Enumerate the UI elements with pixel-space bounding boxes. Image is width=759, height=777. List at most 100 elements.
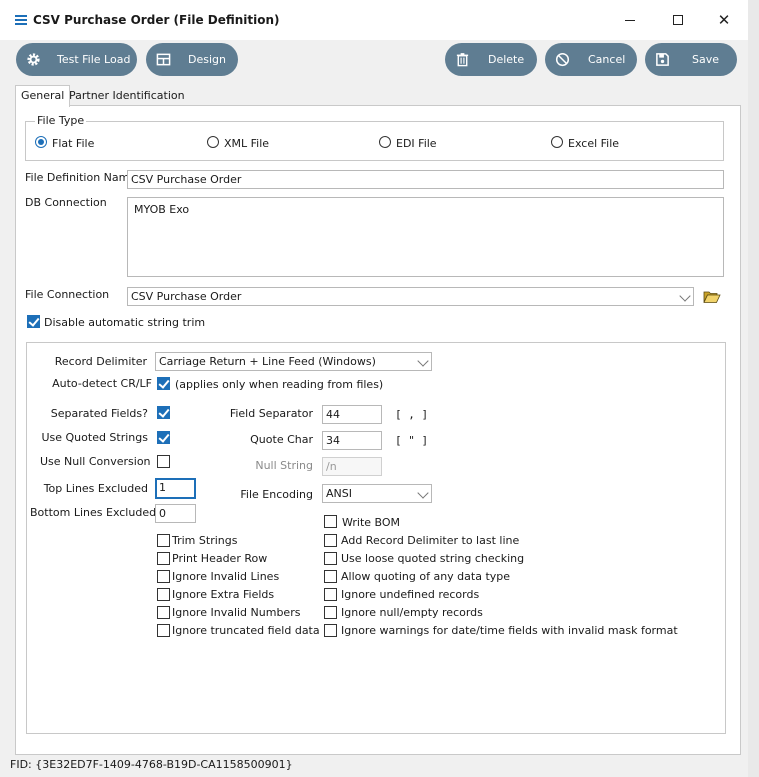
trash-icon bbox=[456, 53, 469, 67]
allow-quoting-any-type-checkbox[interactable] bbox=[324, 570, 337, 583]
record-delimiter-label: Record Delimiter bbox=[54, 355, 147, 368]
maximize-icon bbox=[673, 15, 683, 25]
ignore-truncated-field-data-label: Ignore truncated field data bbox=[172, 624, 320, 637]
field-separator-label: Field Separator bbox=[229, 407, 313, 420]
grid-icon bbox=[156, 53, 171, 66]
separated-fields-label: Separated Fields? bbox=[50, 407, 148, 420]
ignore-invalid-lines-label: Ignore Invalid Lines bbox=[172, 570, 280, 583]
ignore-extra-fields-checkbox[interactable] bbox=[157, 588, 170, 601]
separated-fields-checkbox[interactable] bbox=[157, 406, 170, 419]
trim-strings-label: Trim Strings bbox=[172, 534, 238, 547]
gear-icon bbox=[27, 53, 40, 66]
write-bom-label: Write BOM bbox=[342, 516, 401, 529]
chevron-down-icon bbox=[417, 355, 429, 367]
file-connection-label: File Connection bbox=[25, 288, 110, 301]
print-header-row-checkbox[interactable] bbox=[157, 552, 170, 565]
ignore-null-empty-records-checkbox[interactable] bbox=[324, 606, 337, 619]
write-bom-checkbox[interactable] bbox=[324, 515, 337, 528]
trim-strings-checkbox[interactable] bbox=[157, 534, 170, 547]
allow-quoting-any-type-label: Allow quoting of any data type bbox=[341, 570, 511, 583]
null-string-label: Null String bbox=[255, 459, 313, 472]
save-button[interactable]: Save bbox=[645, 43, 737, 76]
cancel-button[interactable]: Cancel bbox=[545, 43, 637, 76]
quote-char-input[interactable]: 34 bbox=[322, 431, 382, 450]
edi-file-radio[interactable] bbox=[379, 136, 391, 148]
top-lines-excluded-input[interactable]: 1 bbox=[155, 478, 196, 499]
db-connection-label: DB Connection bbox=[25, 196, 107, 209]
loose-quoted-string-label: Use loose quoted string checking bbox=[341, 552, 525, 565]
ignore-datetime-warnings-label: Ignore warnings for date/time fields wit… bbox=[341, 624, 678, 637]
ignore-null-empty-records-label: Ignore null/empty records bbox=[341, 606, 483, 619]
ignore-invalid-numbers-checkbox[interactable] bbox=[157, 606, 170, 619]
ignore-truncated-field-data-checkbox[interactable] bbox=[157, 624, 170, 637]
ignore-undefined-records-checkbox[interactable] bbox=[324, 588, 337, 601]
flat-file-label: Flat File bbox=[52, 137, 95, 150]
cancel-label: Cancel bbox=[588, 53, 626, 66]
file-connection-select[interactable]: CSV Purchase Order bbox=[127, 287, 694, 306]
ignore-extra-fields-label: Ignore Extra Fields bbox=[172, 588, 275, 601]
use-null-conversion-label: Use Null Conversion bbox=[40, 455, 151, 468]
file-definition-name-input[interactable]: CSV Purchase Order bbox=[127, 170, 724, 189]
quote-char-char: [ " ] bbox=[395, 434, 429, 447]
disable-trim-label: Disable automatic string trim bbox=[44, 316, 206, 329]
cancel-icon bbox=[555, 52, 570, 67]
file-type-legend: File Type bbox=[35, 114, 87, 127]
field-separator-input[interactable]: 44 bbox=[322, 405, 382, 424]
file-encoding-select[interactable]: ANSI bbox=[322, 484, 432, 503]
ignore-invalid-lines-checkbox[interactable] bbox=[157, 570, 170, 583]
record-delimiter-value: Carriage Return + Line Feed (Windows) bbox=[159, 355, 376, 368]
chevron-down-icon bbox=[417, 487, 429, 499]
test-file-load-button[interactable]: Test File Load bbox=[16, 43, 137, 76]
delete-button[interactable]: Delete bbox=[445, 43, 537, 76]
file-definition-window: CSV Purchase Order (File Definition) ✕ T… bbox=[0, 0, 749, 777]
tab-partner-identification[interactable]: Partner Identification bbox=[64, 86, 190, 105]
excel-file-label: Excel File bbox=[568, 137, 620, 150]
tab-general[interactable]: General bbox=[15, 85, 71, 107]
design-button[interactable]: Design bbox=[146, 43, 238, 76]
loose-quoted-string-checkbox[interactable] bbox=[324, 552, 337, 565]
edi-file-label: EDI File bbox=[396, 137, 437, 150]
add-record-delimiter-label: Add Record Delimiter to last line bbox=[341, 534, 520, 547]
maximize-button[interactable] bbox=[665, 8, 691, 32]
auto-detect-label: Auto-detect CR/LF bbox=[52, 377, 152, 390]
use-quoted-strings-checkbox[interactable] bbox=[157, 431, 170, 444]
menu-lines-icon bbox=[15, 15, 27, 25]
close-icon: ✕ bbox=[717, 11, 731, 29]
top-lines-excluded-label: Top Lines Excluded bbox=[43, 482, 148, 495]
file-definition-name-label: File Definition Name bbox=[25, 171, 137, 184]
use-quoted-strings-label: Use Quoted Strings bbox=[41, 431, 148, 444]
file-encoding-label: File Encoding bbox=[240, 488, 313, 501]
ignore-undefined-records-label: Ignore undefined records bbox=[341, 588, 480, 601]
close-button[interactable]: ✕ bbox=[711, 8, 737, 32]
flat-file-radio[interactable] bbox=[35, 136, 47, 148]
db-connection-item[interactable]: MYOB Exo bbox=[134, 203, 189, 216]
delete-label: Delete bbox=[488, 53, 525, 66]
auto-detect-checkbox[interactable] bbox=[157, 377, 170, 390]
bottom-lines-excluded-label: Bottom Lines Excluded bbox=[30, 506, 157, 519]
xml-file-label: XML File bbox=[224, 137, 270, 150]
xml-file-radio[interactable] bbox=[207, 136, 219, 148]
print-header-row-label: Print Header Row bbox=[172, 552, 268, 565]
vertical-scrollbar[interactable] bbox=[748, 0, 759, 777]
title-bar: CSV Purchase Order (File Definition) ✕ bbox=[0, 0, 748, 40]
use-null-conversion-checkbox[interactable] bbox=[157, 455, 170, 468]
chevron-down-icon bbox=[679, 290, 691, 302]
disable-trim-checkbox[interactable] bbox=[27, 315, 40, 328]
record-delimiter-select[interactable]: Carriage Return + Line Feed (Windows) bbox=[155, 352, 432, 371]
field-separator-char: [ , ] bbox=[395, 408, 429, 421]
bottom-lines-excluded-input[interactable]: 0 bbox=[155, 504, 196, 523]
null-string-input[interactable]: /n bbox=[322, 457, 382, 476]
excel-file-radio[interactable] bbox=[551, 136, 563, 148]
window-title: CSV Purchase Order (File Definition) bbox=[33, 13, 280, 27]
ignore-invalid-numbers-label: Ignore Invalid Numbers bbox=[172, 606, 301, 619]
open-folder-icon[interactable] bbox=[703, 289, 721, 304]
save-label: Save bbox=[692, 53, 720, 66]
design-label: Design bbox=[188, 53, 226, 66]
ignore-datetime-warnings-checkbox[interactable] bbox=[324, 624, 337, 637]
db-connection-list[interactable]: MYOB Exo bbox=[127, 197, 724, 277]
save-icon bbox=[656, 53, 669, 66]
quote-char-label: Quote Char bbox=[250, 433, 313, 446]
add-record-delimiter-checkbox[interactable] bbox=[324, 534, 337, 547]
minimize-button[interactable] bbox=[617, 8, 643, 32]
file-connection-value: CSV Purchase Order bbox=[131, 290, 242, 303]
